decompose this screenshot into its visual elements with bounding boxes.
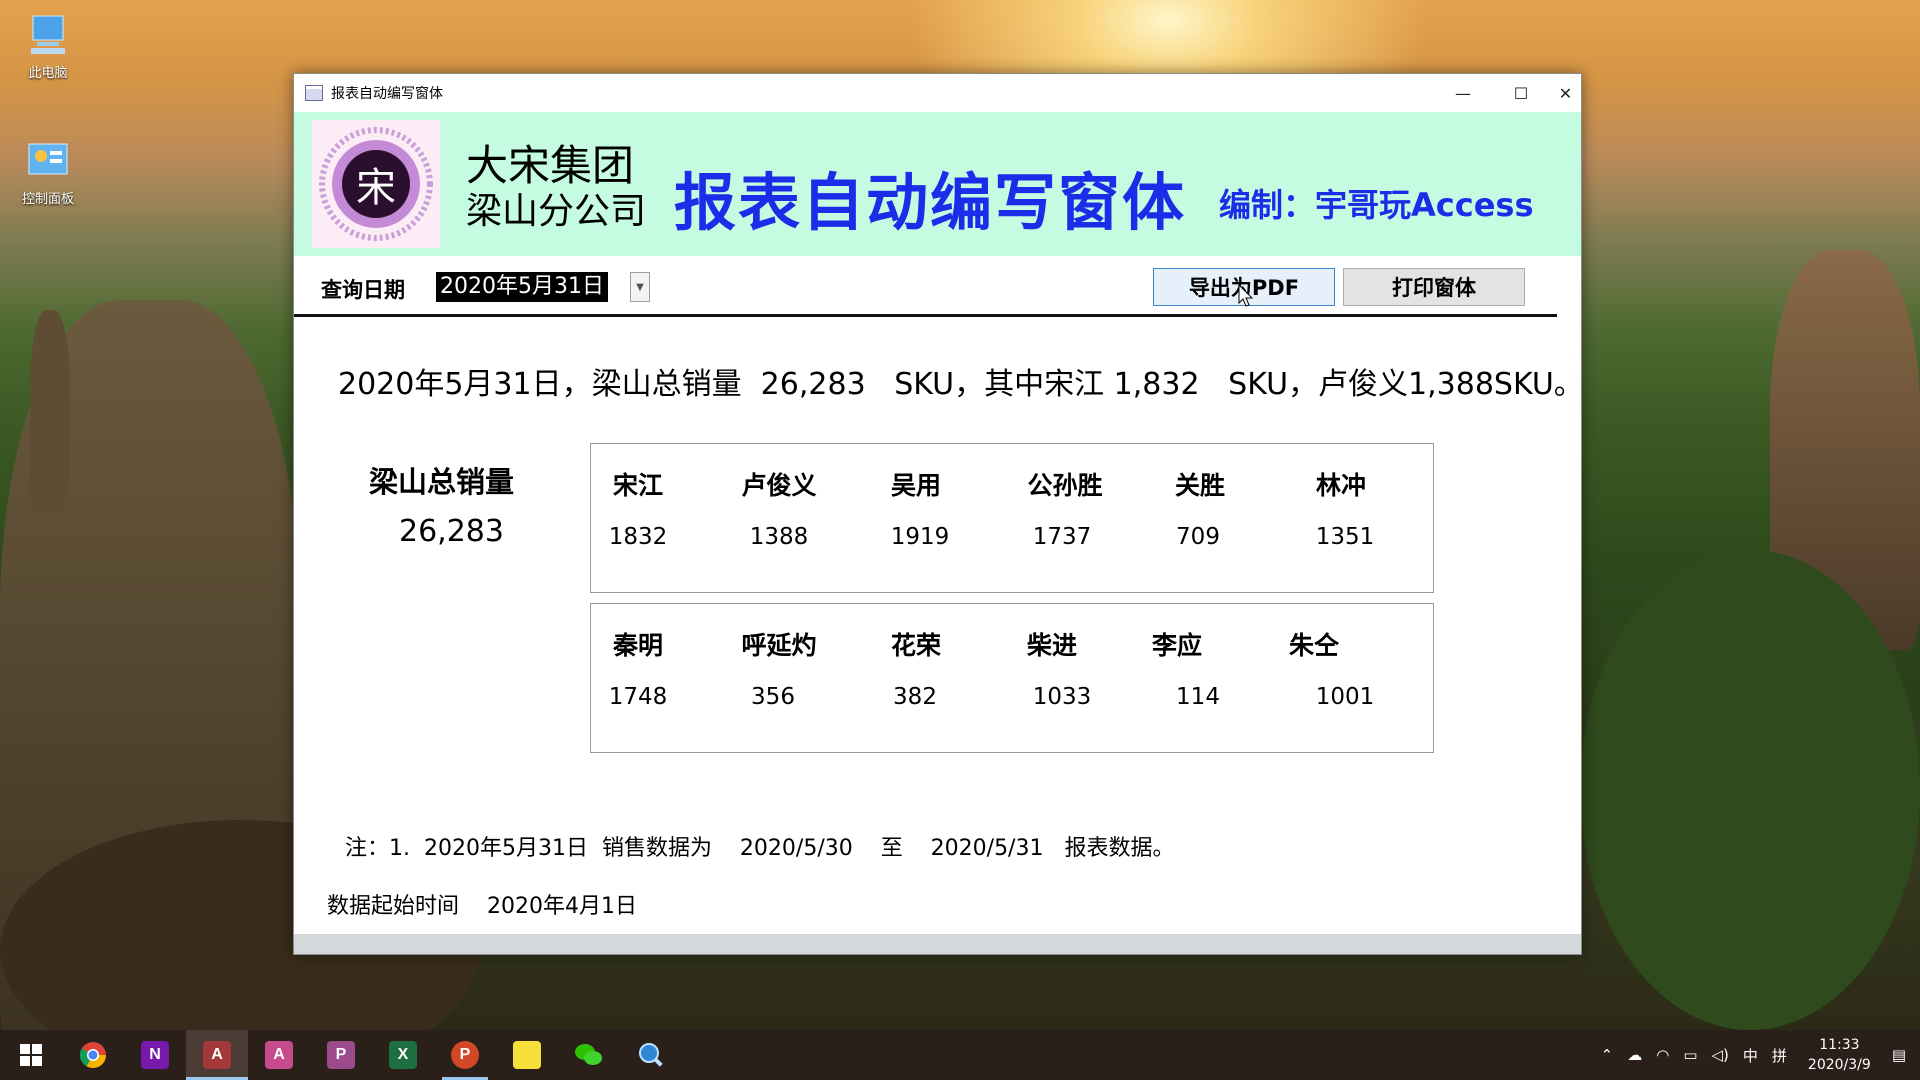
person-sales: 1388 (749, 524, 809, 550)
publisher-icon: P (327, 1041, 355, 1069)
total-sales-value: 26,283 (399, 514, 504, 549)
desktop-icon-control-panel[interactable]: 控制面板 (8, 138, 88, 207)
clock-time: 11:33 (1819, 1037, 1860, 1053)
chevron-up-icon[interactable]: ⌃ (1601, 1046, 1614, 1064)
ime-language-indicator[interactable]: 中 (1743, 1045, 1758, 1066)
person-sales: 382 (893, 684, 937, 710)
data-start-value: 2020年4月1日 (487, 894, 637, 919)
taskbar-excel[interactable]: X (372, 1030, 434, 1080)
control-panel-icon (25, 138, 71, 184)
person-sales: 1351 (1315, 524, 1375, 550)
form-title: 报表自动编写窗体 (674, 166, 1187, 239)
notification-center-icon[interactable]: ▤ (1892, 1046, 1906, 1064)
person-name: 呼延灼 (741, 631, 817, 660)
desktop-icon-label: 控制面板 (21, 192, 74, 207)
form-icon (305, 85, 323, 101)
person-sales: 1832 (608, 524, 668, 550)
computer-icon (25, 12, 71, 58)
form-header: 宋 大宋集团 梁山分公司 报表自动编写窗体 编制：宇哥玩Access (294, 112, 1581, 256)
access-icon: A (203, 1041, 231, 1069)
minimize-button[interactable]: — (1434, 74, 1492, 112)
chevron-down-icon[interactable]: ▼ (630, 272, 650, 302)
start-button[interactable] (0, 1030, 62, 1080)
search-app-icon (639, 1043, 663, 1067)
person-name: 林冲 (1315, 471, 1367, 500)
system-tray: ⌃ ☁ ◠ ▭ ◁) 中 拼 11:33 2020/3/9 ▤ (1594, 1030, 1920, 1080)
person-sales: 1737 (1032, 524, 1092, 550)
person-name: 花荣 (890, 631, 942, 660)
desktop-icon-this-pc[interactable]: 此电脑 (8, 12, 88, 81)
person-sales: 1033 (1032, 684, 1092, 710)
person-name: 宋江 (612, 471, 664, 500)
taskbar-access[interactable]: A (186, 1030, 248, 1080)
taskbar-access-alt[interactable]: A (248, 1030, 310, 1080)
toolbar-divider (294, 314, 1557, 317)
person-sales: 709 (1176, 524, 1220, 550)
person-name: 关胜 (1174, 471, 1226, 500)
report-window: 报表自动编写窗体 — ☐ ✕ 宋 大宋集团 梁山分公司 报表自动编写窗体 编制：… (293, 73, 1584, 955)
taskbar-clock[interactable]: 11:33 2020/3/9 (1808, 1035, 1871, 1075)
desktop-icon-label: 此电脑 (28, 66, 68, 81)
person-name: 朱仝 (1288, 631, 1340, 660)
window-title: 报表自动编写窗体 (331, 86, 443, 102)
taskbar-chrome[interactable] (62, 1030, 124, 1080)
person-name: 秦明 (612, 631, 664, 660)
wechat-icon (575, 1044, 602, 1065)
form-footer-strip (294, 934, 1581, 954)
data-start-label: 数据起始时间 (327, 894, 460, 919)
ime-mode-indicator[interactable]: 拼 (1772, 1045, 1787, 1066)
taskbar-search-app[interactable] (620, 1030, 682, 1080)
query-date-label: 查询日期 (321, 278, 405, 302)
person-name: 公孙胜 (1027, 471, 1103, 500)
forest-right (1580, 550, 1920, 1030)
clock-date: 2020/3/9 (1807, 1057, 1871, 1073)
battery-icon[interactable]: ▭ (1683, 1046, 1697, 1064)
access-alt-icon: A (265, 1041, 293, 1069)
author-label: 编制：宇哥玩Access (1219, 186, 1534, 224)
taskbar-onenote[interactable]: N (124, 1030, 186, 1080)
data-start-row: 数据起始时间 2020年4月1日 (327, 888, 637, 920)
taskbar: N A A P X P ⌃ ☁ ◠ ▭ ◁) 中 拼 11:33 2020/3/… (0, 1030, 1920, 1080)
query-date-combobox[interactable]: 2020年5月31日 (436, 272, 608, 302)
person-name: 吴用 (890, 471, 942, 500)
onenote-icon: N (141, 1041, 169, 1069)
window-titlebar[interactable]: 报表自动编写窗体 — ☐ ✕ (294, 74, 1581, 112)
taskbar-sticky-notes[interactable] (496, 1030, 558, 1080)
sticky-notes-icon (513, 1041, 541, 1069)
excel-icon: X (389, 1041, 417, 1069)
person-name: 李应 (1151, 631, 1203, 660)
taskbar-publisher[interactable]: P (310, 1030, 372, 1080)
maximize-button[interactable]: ☐ (1492, 74, 1550, 112)
wifi-icon[interactable]: ◠ (1656, 1046, 1669, 1064)
mouse-cursor-icon (1238, 284, 1254, 307)
person-sales: 1748 (608, 684, 668, 710)
person-name: 卢俊义 (741, 471, 817, 500)
sales-grid-1: 宋江 1832 卢俊义 1388 吴用 1919 公孙胜 1737 关胜 709… (590, 443, 1434, 593)
person-sales: 356 (751, 684, 795, 710)
branch-name: 梁山分公司 (466, 191, 647, 232)
person-sales: 114 (1176, 684, 1220, 710)
total-sales-label: 梁山总销量 (369, 465, 515, 499)
rock-formation-left-spire (30, 310, 70, 510)
chrome-icon (79, 1042, 107, 1069)
volume-icon[interactable]: ◁) (1712, 1046, 1729, 1064)
print-form-button[interactable]: 打印窗体 (1343, 268, 1525, 306)
person-sales: 1001 (1315, 684, 1375, 710)
logo-character: 宋 (356, 165, 396, 211)
taskbar-wechat[interactable] (558, 1030, 620, 1080)
company-logo: 宋 (312, 120, 440, 248)
person-name: 柴进 (1026, 631, 1078, 660)
onedrive-icon[interactable]: ☁ (1627, 1046, 1642, 1064)
windows-logo-icon (20, 1044, 42, 1066)
summary-text: 2020年5月31日，梁山总销量 26,283 SKU，其中宋江 1,832 S… (338, 367, 1584, 402)
powerpoint-icon: P (451, 1041, 479, 1069)
note-text: 注：1. 2020年5月31日 销售数据为 2020/5/30 至 2020/5… (345, 836, 1175, 861)
sales-grid-2: 秦明 1748 呼延灼 356 花荣 382 柴进 1033 李应 114 朱仝… (590, 603, 1434, 753)
taskbar-powerpoint[interactable]: P (434, 1030, 496, 1080)
person-sales: 1919 (890, 524, 950, 550)
close-button[interactable]: ✕ (1550, 74, 1581, 112)
